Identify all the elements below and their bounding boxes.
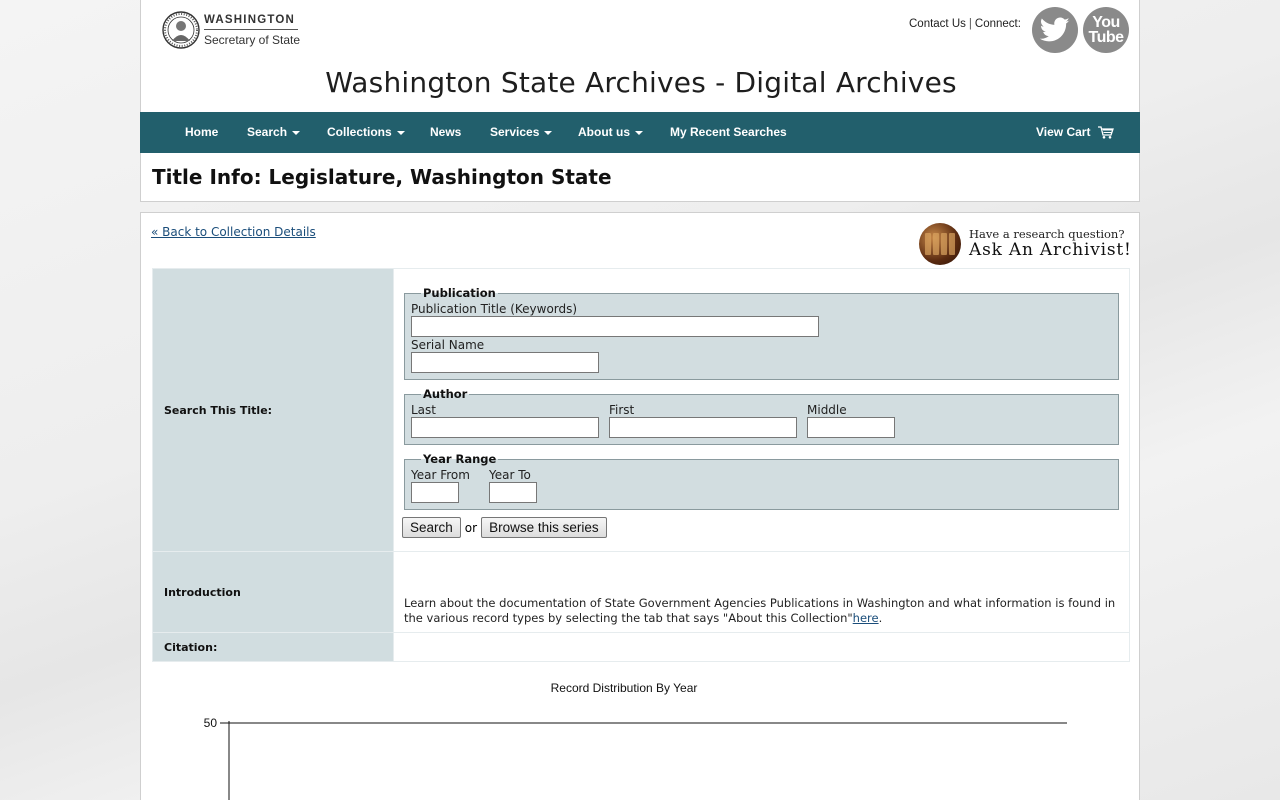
youtube-icon: You Tube [1088,14,1124,46]
connect-label: Connect: [974,18,1021,30]
ask-an-archivist-banner[interactable]: Have a research question? Ask An Archivi… [919,223,1131,265]
year-fields-row: Year From Year To [411,466,1112,503]
nav-about-label: About us [578,125,630,139]
page: WASHINGTON Secretary of State Contact Us… [140,0,1140,800]
introduction-body: Learn about the documentation of State G… [404,596,1116,625]
table-row: Citation: [152,632,1130,662]
nav-recent-label: My Recent Searches [670,125,787,139]
logo-divider [204,29,298,30]
nav-collections[interactable]: Collections [327,112,405,153]
year-range-fieldset: Year Range Year From Year To [404,452,1119,510]
year-from-group: Year From [411,466,489,503]
author-middle-input[interactable] [807,417,895,438]
caret-down-icon [396,130,405,135]
search-button[interactable]: Search [402,517,461,538]
table-row: Search This Title: Publication Publicati… [152,268,1130,552]
year-to-input[interactable] [489,482,537,503]
main-nav: Home Search Collections News Services Ab… [140,112,1140,153]
page-title-box: Title Info: Legislature, Washington Stat… [140,153,1140,202]
books-graphic [925,233,955,255]
citation-value [393,632,1130,662]
nav-home[interactable]: Home [185,112,218,153]
nav-recent-searches[interactable]: My Recent Searches [670,112,787,153]
title-info-table: Search This Title: Publication Publicati… [152,268,1130,662]
youtube-text-you: You [1092,14,1120,31]
chart-y-tick-label: 50 [204,716,218,730]
search-this-title-label: Search This Title: [152,268,394,552]
author-middle-group: Middle [807,401,905,438]
author-first-label: First [609,403,635,417]
author-last-input[interactable] [411,417,599,438]
nav-search[interactable]: Search [247,112,301,153]
author-last-label: Last [411,403,436,417]
caret-down-icon [292,130,301,135]
archivist-books-icon [919,223,961,265]
year-from-input[interactable] [411,482,459,503]
caret-down-icon [635,130,643,135]
or-text: or [464,520,478,535]
twitter-button[interactable] [1032,7,1078,53]
ask-archivist-title: Ask An Archivist! [969,240,1132,260]
introduction-period: . [878,611,883,625]
youtube-button[interactable]: You Tube [1083,7,1129,53]
site-header: WASHINGTON Secretary of State Contact Us… [140,0,1140,112]
nav-collections-label: Collections [327,125,392,139]
year-to-label: Year To [489,468,531,482]
year-from-label: Year From [411,468,470,482]
nav-news-label: News [430,125,462,139]
cart-icon [1097,126,1114,139]
view-cart-label: View Cart [1036,125,1091,139]
page-title: Title Info: Legislature, Washington Stat… [152,165,612,189]
table-row: Introduction Learn about the documentati… [152,551,1130,633]
nav-services-label: Services [490,125,540,139]
nav-search-label: Search [247,125,288,139]
nav-services[interactable]: Services [490,112,553,153]
nav-home-label: Home [185,125,219,139]
introduction-here-link[interactable]: here [853,611,879,625]
citation-label: Citation: [152,632,394,662]
logo-washington-text: WASHINGTON [204,14,296,26]
record-distribution-chart: Record Distribution By Year 50 [204,681,1067,800]
year-to-group: Year To [489,466,567,503]
search-actions: Search or Browse this series [402,517,1119,538]
publication-title-input[interactable] [411,316,819,337]
author-legend: Author [423,387,468,401]
state-seal-icon [162,11,200,49]
nav-view-cart[interactable]: View Cart [1036,112,1114,153]
year-range-legend: Year Range [423,452,497,466]
author-middle-label: Middle [807,403,847,417]
main-content: « Back to Collection Details Have a rese… [140,212,1140,800]
introduction-label: Introduction [152,551,394,633]
logo-subtitle: Secretary of State [204,33,301,47]
publication-fieldset: Publication Publication Title (Keywords)… [404,286,1119,380]
wa-sos-logo[interactable]: WASHINGTON Secretary of State [162,11,302,51]
author-last-group: Last [411,401,609,438]
nav-news[interactable]: News [430,112,461,153]
chart-title: Record Distribution By Year [551,681,698,695]
publication-legend: Publication [423,286,496,300]
top-links-separator: | [968,18,972,30]
serial-name-label: Serial Name [411,338,485,352]
back-to-collection-link[interactable]: « Back to Collection Details [151,225,316,239]
browse-series-button[interactable]: Browse this series [481,517,607,538]
publication-title-label: Publication Title (Keywords) [411,302,578,316]
search-form-cell: Publication Publication Title (Keywords)… [393,268,1130,552]
site-title: Washington State Archives - Digital Arch… [325,66,957,99]
serial-name-input[interactable] [411,352,599,373]
caret-down-icon [544,130,553,135]
introduction-cell: Learn about the documentation of State G… [393,551,1130,633]
introduction-text: Learn about the documentation of State G… [404,596,1119,626]
nav-about-us[interactable]: About us [578,112,643,153]
author-fields-row: Last First Middle [411,401,1112,438]
ask-question-text: Have a research question? [969,227,1125,241]
author-first-input[interactable] [609,417,797,438]
youtube-text-tube: Tube [1088,29,1124,46]
contact-us-link[interactable]: Contact Us [909,18,966,30]
top-links: Contact Us | Connect: [909,18,1021,30]
author-first-group: First [609,401,807,438]
twitter-bird-icon [1040,17,1070,42]
author-fieldset: Author Last First Middle [404,387,1119,445]
